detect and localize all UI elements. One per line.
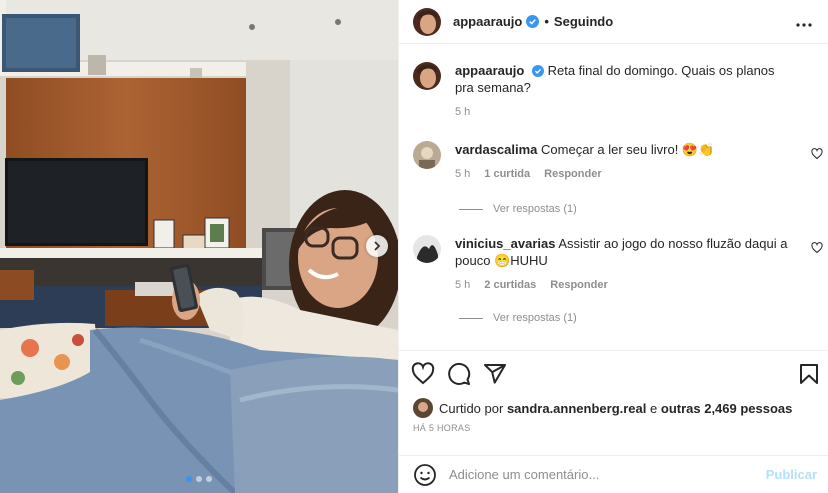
liked-by-prefix: Curtido por <box>439 400 504 416</box>
carousel-dot <box>206 476 212 482</box>
carousel-indicator <box>0 476 398 482</box>
author-username[interactable]: appaaraujo <box>453 14 522 29</box>
carousel-dot <box>186 476 192 482</box>
carousel-next-button[interactable] <box>366 235 388 257</box>
view-replies-button[interactable]: Ver respostas (1) <box>459 312 577 324</box>
commenter-avatar[interactable] <box>413 141 441 169</box>
comment-input[interactable] <box>449 467 766 482</box>
view-replies-label: Ver respostas (1) <box>493 203 577 215</box>
more-options-icon[interactable] <box>792 16 816 27</box>
view-replies-button[interactable]: Ver respostas (1) <box>459 203 577 215</box>
comment-time: 5 h <box>455 168 471 180</box>
photo-scene <box>0 0 398 493</box>
liked-by-others[interactable]: outras 2,469 pessoas <box>661 401 793 416</box>
heart-icon[interactable] <box>811 148 823 160</box>
reply-button[interactable]: Responder <box>544 168 601 180</box>
post-photo[interactable] <box>0 0 398 493</box>
reply-button[interactable]: Responder <box>550 279 607 291</box>
post-details-panel: appaaraujo • Seguindo appaaraujo Reta fi… <box>398 0 828 493</box>
carousel-dot <box>196 476 202 482</box>
replies-divider <box>459 208 483 210</box>
publish-button[interactable]: Publicar <box>766 467 817 482</box>
comment-icon[interactable] <box>447 362 471 386</box>
comment-username[interactable]: vardascalima <box>455 142 537 157</box>
heart-icon[interactable] <box>811 242 823 254</box>
caption-time: 5 h <box>455 106 471 118</box>
heart-icon[interactable] <box>411 362 435 386</box>
save-icon[interactable] <box>797 362 821 386</box>
liked-by-user[interactable]: sandra.annenberg.real <box>507 401 646 416</box>
liked-by-summary: Curtido por sandra.annenberg.real e outr… <box>399 397 828 419</box>
author-avatar[interactable] <box>413 7 441 36</box>
post-timestamp[interactable]: HÁ 5 HORAS <box>399 423 828 433</box>
replies-divider <box>459 317 483 319</box>
share-icon[interactable] <box>483 362 507 386</box>
comment-likes[interactable]: 1 curtida <box>484 168 530 180</box>
comment-item: vinicius_avarias Assistir ao jogo do nos… <box>413 235 823 291</box>
liked-by-conjunction: e <box>650 400 658 416</box>
author-avatar[interactable] <box>413 62 441 90</box>
chevron-right-icon <box>374 241 381 251</box>
view-replies-label: Ver respostas (1) <box>493 312 577 324</box>
verified-badge-icon <box>531 65 544 77</box>
comments-list[interactable]: appaaraujo Reta final do domingo. Quais … <box>399 50 828 350</box>
post-caption: appaaraujo Reta final do domingo. Quais … <box>413 62 817 118</box>
add-comment-bar: Publicar <box>399 455 828 493</box>
header-separator: • <box>544 14 549 29</box>
comment-text: Começar a ler seu livro! 😍👏 <box>541 142 715 157</box>
comment-time: 5 h <box>455 279 471 291</box>
comment-likes[interactable]: 2 curtidas <box>484 279 536 291</box>
following-button[interactable]: Seguindo <box>554 14 613 29</box>
commenter-avatar[interactable] <box>413 235 441 263</box>
emoji-icon[interactable] <box>413 463 437 487</box>
comment-item: vardascalima Começar a ler seu livro! 😍👏… <box>413 141 823 180</box>
post-header: appaaraujo • Seguindo <box>399 0 828 44</box>
caption-username[interactable]: appaaraujo <box>455 63 524 78</box>
comment-username[interactable]: vinicius_avarias <box>455 236 555 251</box>
verified-badge-icon <box>526 15 540 28</box>
liker-avatar[interactable] <box>413 398 433 418</box>
post-actions: Curtido por sandra.annenberg.real e outr… <box>399 350 828 433</box>
